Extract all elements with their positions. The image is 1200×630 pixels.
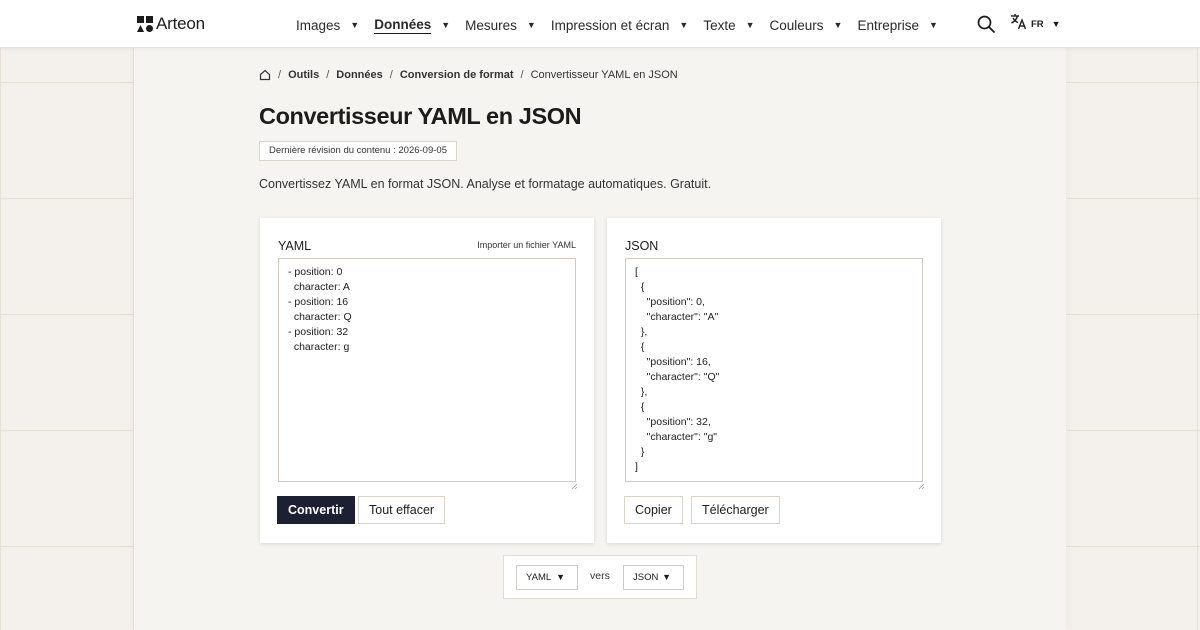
breadcrumb-separator: / bbox=[520, 69, 524, 81]
nav-item-label: Texte bbox=[703, 17, 736, 33]
nav-item-6[interactable]: Entreprise ▼ bbox=[857, 15, 937, 35]
breadcrumb-separator: / bbox=[326, 69, 330, 81]
chevron-down-icon: ▼ bbox=[745, 20, 755, 30]
page-title: Convertisseur YAML en JSON bbox=[259, 103, 582, 129]
yaml-input-card: YAML Importer un fichier YAML - position… bbox=[260, 218, 594, 543]
json-output-textarea[interactable]: [ { "position": 0, "character": "A" }, {… bbox=[625, 258, 923, 482]
translate-icon bbox=[1010, 13, 1027, 35]
import-yaml-link[interactable]: Importer un fichier YAML bbox=[477, 240, 576, 250]
breadcrumb: / Outils / Données / Conversion de forma… bbox=[259, 68, 678, 82]
brand-name: Arteon bbox=[156, 14, 205, 33]
nav-item-label: Données bbox=[374, 16, 432, 34]
language-code: FR bbox=[1031, 18, 1044, 30]
nav-item-4[interactable]: Texte ▼ bbox=[703, 15, 754, 35]
home-icon[interactable] bbox=[259, 69, 271, 81]
target-format-select[interactable]: JSON ▼ bbox=[623, 565, 684, 590]
chevron-down-icon: ▼ bbox=[679, 20, 689, 30]
nav-item-label: Couleurs bbox=[769, 17, 824, 33]
json-panel-title: JSON bbox=[625, 239, 659, 253]
nav-item-label: Entreprise bbox=[857, 17, 919, 33]
language-selector[interactable]: FR ▼ bbox=[1010, 13, 1061, 35]
chevron-down-icon: ▼ bbox=[1051, 19, 1061, 29]
format-selector-bar: YAML ▼ vers JSON ▼ bbox=[503, 555, 697, 599]
search-icon[interactable] bbox=[976, 14, 996, 34]
page-intro: Convertissez YAML en format JSON. Analys… bbox=[259, 177, 712, 191]
logo-icon bbox=[137, 16, 153, 32]
chevron-down-icon: ▼ bbox=[556, 572, 565, 582]
nav-item-label: Impression et écran bbox=[550, 17, 670, 33]
breadcrumb-current: Convertisseur YAML en JSON bbox=[530, 69, 678, 81]
nav-item-label: Images bbox=[296, 17, 341, 33]
nav-item-1[interactable]: Données ▼ bbox=[374, 15, 450, 35]
copy-button[interactable]: Copier bbox=[624, 496, 683, 524]
revision-badge: Dernière révision du contenu : 2026-09-0… bbox=[259, 141, 457, 161]
chevron-down-icon: ▼ bbox=[526, 20, 536, 30]
main-content: / Outils / Données / Conversion de forma… bbox=[134, 48, 1066, 630]
nav-item-2[interactable]: Mesures ▼ bbox=[465, 15, 536, 35]
nav-item-0[interactable]: Images ▼ bbox=[296, 15, 359, 35]
main-nav: Images ▼ Données ▼ Mesures ▼ Impression et écr… bbox=[296, 15, 953, 35]
chevron-down-icon: ▼ bbox=[662, 572, 671, 582]
breadcrumb-item-donnees[interactable]: Données bbox=[336, 69, 382, 81]
chevron-down-icon: ▼ bbox=[929, 20, 938, 30]
breadcrumb-item-outils[interactable]: Outils bbox=[288, 69, 319, 81]
resize-handle-icon[interactable] bbox=[918, 477, 925, 490]
download-button[interactable]: Télécharger bbox=[691, 496, 780, 524]
source-format-select[interactable]: YAML ▼ bbox=[516, 565, 578, 590]
breadcrumb-separator: / bbox=[389, 69, 393, 81]
json-output-card: JSON [ { "position": 0, "character": "A"… bbox=[607, 218, 941, 543]
yaml-input-textarea[interactable]: - position: 0 character: A - position: 1… bbox=[278, 258, 576, 482]
format-connector: vers bbox=[590, 570, 610, 582]
nav-item-3[interactable]: Impression et écran ▼ bbox=[551, 15, 688, 35]
breadcrumb-separator: / bbox=[278, 69, 282, 81]
target-format-value: JSON bbox=[633, 572, 659, 583]
clear-all-button[interactable]: Tout effacer bbox=[358, 496, 446, 524]
chevron-down-icon: ▼ bbox=[833, 20, 843, 30]
brand-logo[interactable]: Arteon bbox=[137, 14, 205, 34]
resize-handle-icon[interactable] bbox=[571, 477, 578, 490]
source-format-value: YAML bbox=[526, 572, 552, 583]
chevron-down-icon: ▼ bbox=[441, 20, 451, 30]
convert-button[interactable]: Convertir bbox=[277, 496, 355, 524]
top-navigation-bar: Arteon Images ▼ Données ▼ Mesures ▼ Impression… bbox=[0, 0, 1200, 48]
yaml-panel-title: YAML bbox=[278, 239, 312, 253]
chevron-down-icon: ▼ bbox=[350, 20, 360, 30]
breadcrumb-item-conversion[interactable]: Conversion de format bbox=[400, 69, 514, 81]
nav-item-label: Mesures bbox=[465, 17, 517, 33]
nav-item-5[interactable]: Couleurs ▼ bbox=[770, 15, 843, 35]
